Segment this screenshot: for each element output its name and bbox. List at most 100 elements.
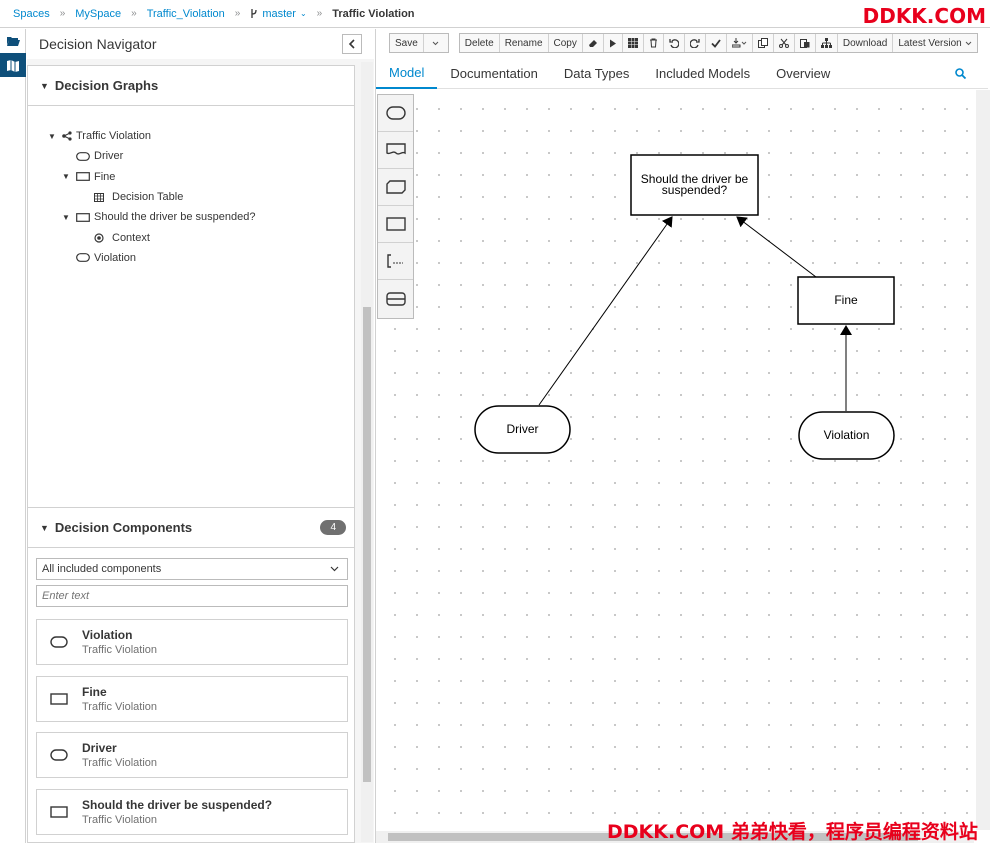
tree-node-violation[interactable]: Violation (48, 248, 354, 268)
branch-selector[interactable]: master ⌄ (250, 8, 307, 20)
navigator-scrollbar[interactable] (361, 62, 373, 842)
trash-button[interactable] (644, 34, 664, 52)
decision-icon (50, 693, 68, 705)
tree-node-suspended[interactable]: ▼ Should the driver be suspended? (48, 207, 354, 227)
component-source: Traffic Violation (82, 644, 158, 656)
chevron-down-icon: ⌄ (299, 9, 307, 18)
decision-node-fine[interactable]: Fine (797, 276, 895, 325)
chevron-left-icon (348, 39, 355, 49)
palette-decision[interactable] (378, 206, 413, 243)
info-requirement-driver[interactable] (538, 216, 673, 406)
input-driver-label: Driver (507, 422, 539, 436)
knowledge-source-icon (385, 143, 406, 155)
layout-button[interactable] (816, 34, 838, 52)
decision-node-suspended[interactable]: Should the driver be suspended? (630, 154, 759, 216)
tree-label-root: Traffic Violation (76, 130, 152, 143)
save-button[interactable]: Save (390, 34, 424, 52)
chevron-down-icon (330, 566, 339, 572)
collapse-navigator-button[interactable] (342, 34, 362, 54)
component-source: Traffic Violation (82, 757, 158, 769)
project-explorer-button[interactable] (0, 29, 26, 53)
save-options-button[interactable] (424, 34, 448, 52)
grid-button[interactable] (623, 34, 644, 52)
navigator-header: Decision Navigator (27, 29, 374, 59)
breadcrumb-project[interactable]: Traffic_Violation (147, 8, 225, 20)
copy-button[interactable]: Copy (549, 34, 583, 52)
input-data-icon (50, 749, 68, 761)
copy-icon (757, 38, 768, 48)
undo-button[interactable] (664, 34, 685, 52)
decision-service-icon (385, 291, 406, 306)
info-requirement-fine[interactable] (736, 216, 817, 278)
input-data-icon (385, 106, 406, 120)
tab-included-models[interactable]: Included Models (642, 59, 763, 89)
decision-components-header[interactable]: ▼ Decision Components (28, 508, 354, 548)
business-knowledge-icon (385, 180, 406, 194)
export-button[interactable] (727, 34, 753, 52)
version-selector[interactable]: Latest Version (893, 34, 976, 52)
decision-navigator-button[interactable] (0, 53, 26, 77)
dmn-diagram: Should the driver be suspended? Fine Dri… (474, 154, 895, 460)
navigator-scrollbar-thumb[interactable] (363, 307, 371, 782)
check-icon (711, 38, 721, 48)
palette-decision-service[interactable] (378, 280, 413, 317)
download-button[interactable]: Download (838, 34, 894, 52)
palette-knowledge-source[interactable] (378, 132, 413, 169)
decision-navigator-panel: Decision Navigator ▼ Decision Graphs ▼ T… (27, 29, 374, 843)
redo-icon (689, 39, 700, 48)
tree-label-context: Context (112, 231, 150, 244)
tab-model[interactable]: Model (376, 59, 438, 89)
diagram-canvas[interactable]: Should the driver be suspended? Fine Dri… (376, 90, 974, 830)
rename-button[interactable]: Rename (500, 34, 549, 52)
breadcrumb-myspace[interactable]: MySpace (75, 8, 121, 20)
decision-icon (76, 172, 90, 182)
search-icon[interactable] (955, 68, 966, 79)
component-card-violation[interactable]: Violation Traffic Violation (36, 619, 348, 665)
branch-icon (251, 9, 257, 18)
decision-icon (76, 212, 90, 222)
trash-icon (649, 38, 657, 48)
copy-nodes-button[interactable] (753, 34, 774, 52)
decision-graphs-section: ▼ Decision Graphs ▼ Traffic Violation Dr… (27, 65, 355, 522)
breadcrumb: Spaces » MySpace » Traffic_Violation » m… (0, 0, 990, 28)
components-search-input[interactable] (36, 585, 348, 607)
palette-text-annotation[interactable] (378, 243, 413, 280)
breadcrumb-spaces[interactable]: Spaces (13, 8, 50, 20)
hierarchy-icon (820, 38, 832, 48)
paste-button[interactable] (795, 34, 816, 52)
shape-palette (377, 94, 414, 319)
canvas-vertical-scrollbar[interactable] (976, 90, 990, 830)
caret-down-icon: ▼ (48, 131, 56, 141)
tree-node-fine[interactable]: ▼ Fine (48, 167, 354, 187)
tree-node-decision-table[interactable]: Decision Table (48, 187, 354, 207)
palette-input-data[interactable] (378, 95, 413, 132)
component-card-driver[interactable]: Driver Traffic Violation (36, 732, 348, 778)
palette-bkm[interactable] (378, 169, 413, 206)
chevron-down-icon (965, 41, 972, 45)
input-node-driver[interactable]: Driver (474, 405, 571, 454)
decision-graphs-header[interactable]: ▼ Decision Graphs (28, 66, 354, 106)
component-card-suspended[interactable]: Should the driver be suspended? Traffic … (36, 789, 348, 835)
tree-label-suspended: Should the driver be suspended? (94, 211, 256, 224)
save-group: Save (389, 33, 449, 53)
components-filter-select[interactable]: All included components (36, 558, 348, 580)
tree-node-driver[interactable]: Driver (48, 146, 354, 166)
caret-down-icon: ▼ (40, 80, 49, 91)
tree-node-context[interactable]: Context (48, 227, 354, 247)
run-button[interactable] (604, 34, 623, 52)
component-card-fine[interactable]: Fine Traffic Violation (36, 676, 348, 722)
breadcrumb-current: Traffic Violation (332, 7, 415, 20)
tab-documentation[interactable]: Documentation (437, 59, 550, 89)
tab-data-types[interactable]: Data Types (551, 59, 643, 89)
actions-group: Delete Rename Copy Download Latest Versi… (458, 33, 978, 53)
validate-button[interactable] (706, 34, 727, 52)
redo-button[interactable] (685, 34, 706, 52)
clear-button[interactable] (583, 34, 604, 52)
input-node-violation[interactable]: Violation (798, 411, 895, 460)
tab-overview[interactable]: Overview (763, 59, 843, 89)
watermark-top: DDKK.COM (862, 4, 986, 28)
cut-button[interactable] (774, 34, 795, 52)
tree-node-root[interactable]: ▼ Traffic Violation (48, 126, 354, 146)
delete-button[interactable]: Delete (460, 34, 500, 52)
input-data-icon (76, 152, 90, 161)
